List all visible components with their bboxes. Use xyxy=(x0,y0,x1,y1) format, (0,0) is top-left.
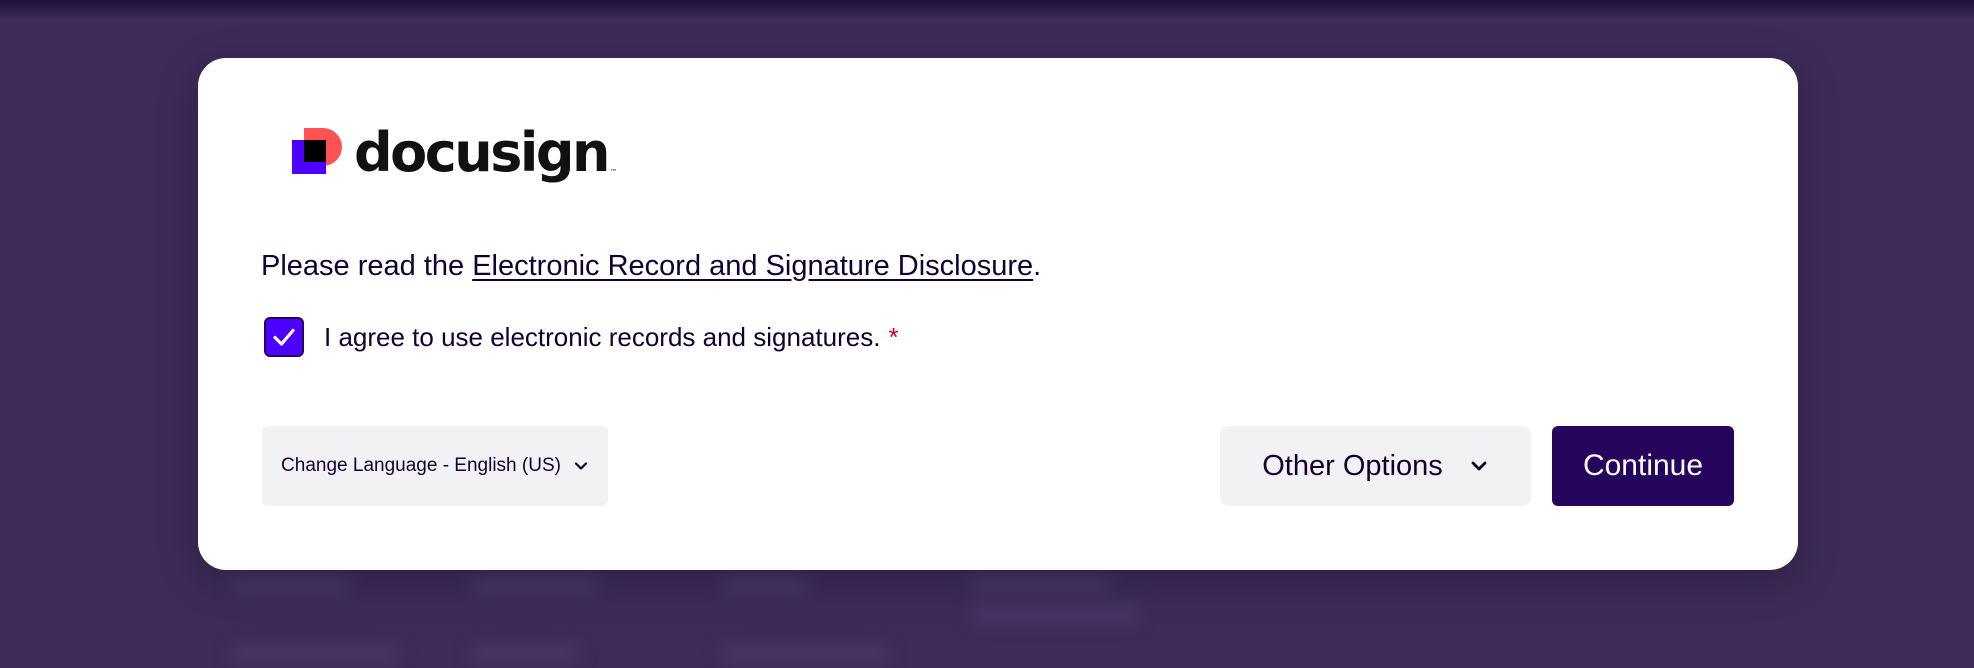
trademark-symbol: ™ xyxy=(609,168,617,176)
chevron-down-icon xyxy=(573,458,589,474)
chevron-down-icon xyxy=(1469,456,1489,476)
change-language-label: Change Language - English (US) xyxy=(281,455,561,476)
continue-button[interactable]: Continue xyxy=(1552,426,1734,506)
disclosure-link[interactable]: Electronic Record and Signature Disclosu… xyxy=(472,250,1033,282)
logo-wordmark: docusign xyxy=(354,121,610,184)
background-blur xyxy=(720,645,890,663)
background-blur xyxy=(970,575,1110,593)
docusign-logo: docusign ™ xyxy=(292,120,617,186)
docusign-logo-mark xyxy=(292,128,342,178)
agree-checkbox[interactable] xyxy=(264,317,304,357)
background-blur xyxy=(970,605,1140,623)
disclosure-suffix: . xyxy=(1033,250,1042,282)
disclosure-instruction: Please read the Electronic Record and Si… xyxy=(261,250,1041,283)
background-blur xyxy=(470,645,580,663)
background-blur xyxy=(230,575,350,593)
agree-label: I agree to use electronic records and si… xyxy=(324,321,881,352)
consent-dialog: docusign ™ Please read the Electronic Re… xyxy=(198,58,1798,570)
top-bar xyxy=(0,0,1974,20)
agreement-row[interactable]: I agree to use electronic records and si… xyxy=(264,317,899,357)
background-blur xyxy=(720,575,810,593)
other-options-label: Other Options xyxy=(1262,449,1443,482)
checkmark-icon xyxy=(273,328,295,346)
background-blur xyxy=(470,575,600,593)
change-language-button[interactable]: Change Language - English (US) xyxy=(262,426,608,506)
other-options-button[interactable]: Other Options xyxy=(1220,426,1531,506)
disclosure-prefix: Please read the xyxy=(261,250,473,282)
background-blur xyxy=(230,645,400,663)
required-marker: * xyxy=(888,321,899,352)
